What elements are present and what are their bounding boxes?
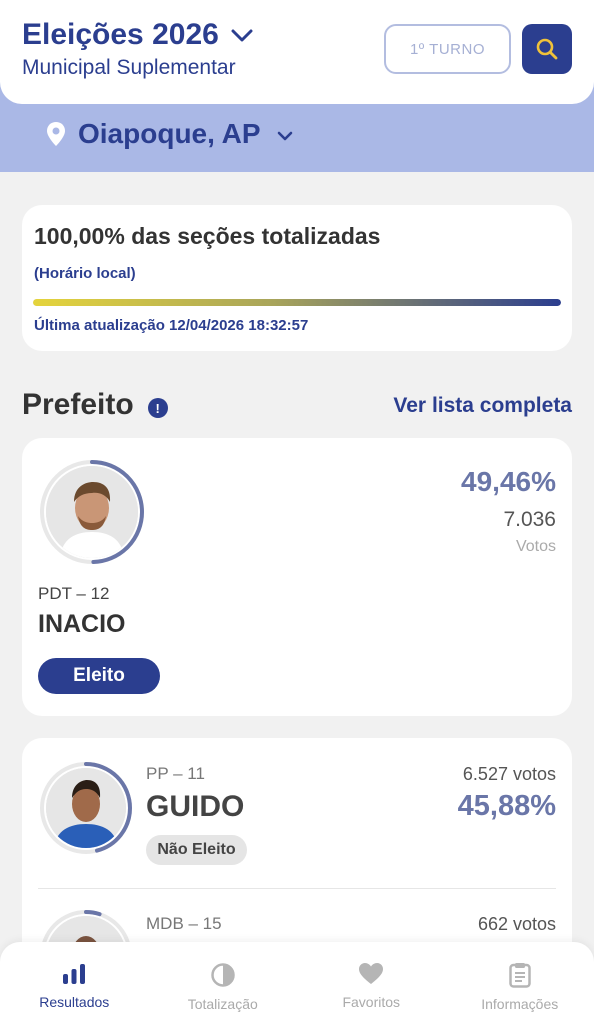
last-update: Última atualização 12/04/2026 18:32:57 bbox=[34, 317, 309, 334]
vote-count: 7.036 bbox=[503, 508, 556, 531]
party-number: PP – 11 bbox=[146, 764, 205, 783]
info-icon[interactable]: ! bbox=[147, 398, 168, 418]
nav-informacoes[interactable]: Informações bbox=[446, 942, 594, 1024]
divider bbox=[38, 888, 556, 889]
party-number: PDT – 12 bbox=[38, 584, 110, 603]
document-icon bbox=[509, 963, 531, 988]
nav-resultados[interactable]: Resultados bbox=[0, 942, 149, 1024]
nav-label: Resultados bbox=[39, 994, 110, 1010]
heart-icon bbox=[359, 963, 384, 984]
totalization-title: 100,00% das seções totalizadas bbox=[34, 223, 381, 249]
candidate-avatar bbox=[46, 466, 138, 558]
see-full-list-link[interactable]: Ver lista completa bbox=[393, 394, 572, 418]
vote-count: 6.527 votos bbox=[462, 764, 556, 784]
candidate-avatar bbox=[46, 768, 126, 848]
nav-label: Informações bbox=[481, 996, 559, 1012]
location-selector[interactable]: Oiapoque, AP bbox=[46, 118, 293, 150]
pie-chart-icon bbox=[211, 963, 235, 987]
progress-fill bbox=[33, 299, 561, 306]
bar-chart-icon bbox=[63, 964, 86, 984]
chevron-down-icon bbox=[277, 131, 292, 141]
candidate-name: GUIDO bbox=[146, 790, 245, 823]
chevron-down-icon bbox=[231, 29, 253, 42]
map-pin-icon bbox=[47, 122, 65, 146]
totalization-card: 100,00% das seções totalizadas (Horário … bbox=[22, 205, 572, 351]
app-title: Eleições 2026 bbox=[22, 18, 219, 51]
section-title: Prefeito bbox=[22, 388, 134, 421]
election-subtitle: Municipal Suplementar bbox=[22, 56, 236, 79]
section-header: Prefeito ! bbox=[22, 388, 168, 422]
vote-percentage: 49,46% bbox=[461, 466, 556, 497]
nav-label: Totalização bbox=[187, 996, 258, 1012]
totalization-progress bbox=[33, 299, 561, 306]
not-elected-badge: Não Eleito bbox=[146, 835, 247, 865]
party-number: MDB – 15 bbox=[146, 914, 222, 933]
turno-button[interactable]: 1º TURNO bbox=[384, 24, 511, 74]
election-selector[interactable]: Eleições 2026 bbox=[22, 18, 253, 52]
location-name: Oiapoque, AP bbox=[78, 118, 261, 149]
search-icon bbox=[536, 38, 558, 60]
votes-label: Votos bbox=[515, 538, 556, 555]
bottom-navigation: Resultados Totalização Favoritos Informa… bbox=[0, 942, 594, 1024]
candidate-name: INACIO bbox=[38, 610, 126, 638]
local-time-note: (Horário local) bbox=[34, 265, 136, 282]
nav-favoritos[interactable]: Favoritos bbox=[297, 942, 446, 1024]
nav-label: Favoritos bbox=[342, 994, 401, 1010]
elected-badge: Eleito bbox=[38, 658, 160, 694]
app-header: Eleições 2026 Municipal Suplementar 1º T… bbox=[0, 0, 594, 104]
search-button[interactable] bbox=[522, 24, 572, 74]
vote-percentage: 45,88% bbox=[457, 790, 556, 822]
vote-count: 662 votos bbox=[477, 914, 556, 934]
candidate-card[interactable]: 49,46% 7.036 Votos PDT – 12 INACIO Eleit… bbox=[22, 438, 572, 716]
nav-totalizacao[interactable]: Totalização bbox=[149, 942, 298, 1024]
